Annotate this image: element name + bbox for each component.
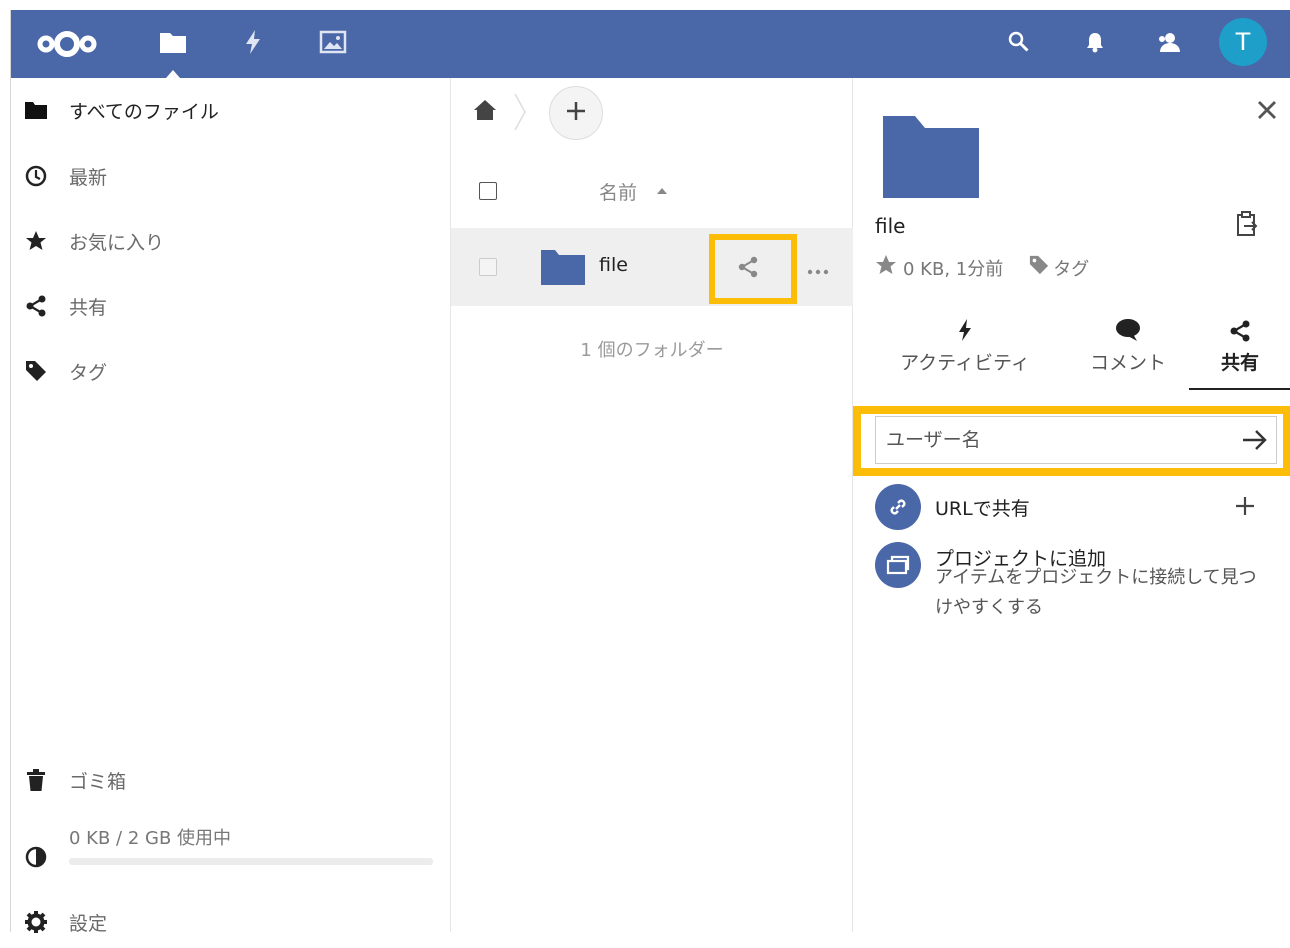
nav-item-recent[interactable]: 最新	[11, 150, 451, 202]
nav-label: ゴミ箱	[69, 770, 127, 793]
image-icon	[319, 30, 347, 58]
notifications-button[interactable]	[1075, 24, 1115, 64]
file-list-summary: 1 個のフォルダー	[580, 340, 724, 361]
sidebar-title: file	[875, 214, 906, 238]
star-icon	[25, 230, 47, 252]
lightning-icon	[243, 29, 263, 59]
project-description-line1: アイテムをプロジェクトに接続して見つ	[935, 567, 1257, 588]
sidebar-meta: 0 KB, 1分前 タグ	[875, 254, 1089, 281]
quota-text: 0 KB / 2 GB 使用中	[69, 828, 232, 849]
app-navigation: すべてのファイル 最新 お気に入り 共有 タグ ゴミ箱 0 KB / 2 GB …	[11, 78, 451, 935]
user-avatar[interactable]: T	[1219, 18, 1267, 66]
nav-label: すべてのファイル	[69, 100, 219, 123]
clock-icon	[25, 165, 47, 187]
tag-icon[interactable]	[1029, 255, 1049, 280]
app-window: T すべてのファイル 最新 お気に入り 共有 タグ ゴミ箱 0 KB / 2 G…	[10, 10, 1290, 935]
comment-icon	[1115, 318, 1141, 346]
nav-label: 設定	[69, 912, 108, 935]
nav-item-trash[interactable]: ゴミ箱	[11, 754, 451, 806]
tab-label: コメント	[1089, 352, 1166, 374]
close-sidebar-button[interactable]	[1253, 98, 1281, 126]
sort-ascending-icon	[657, 188, 667, 194]
breadcrumb-separator	[513, 92, 527, 132]
add-link-share-button[interactable]	[1231, 494, 1259, 522]
favorite-star-icon[interactable]	[875, 254, 897, 281]
contacts-icon	[1156, 30, 1182, 58]
sidebar-tabs: アクティビティ コメント 共有	[853, 318, 1290, 392]
copy-link-button[interactable]	[1233, 211, 1261, 241]
project-icon[interactable]	[875, 542, 921, 588]
trash-icon	[25, 769, 47, 791]
nav-label: 最新	[69, 166, 108, 189]
app-activity[interactable]	[233, 24, 273, 64]
new-file-button[interactable]	[549, 86, 603, 140]
column-name-header[interactable]: 名前	[599, 178, 637, 205]
nav-item-favorites[interactable]: お気に入り	[11, 215, 451, 267]
file-list-panel: 名前 file 1 個のフォルダー	[451, 78, 853, 932]
tab-sharing[interactable]: 共有	[1189, 318, 1290, 390]
folder-icon	[159, 30, 187, 58]
folder-icon	[541, 246, 585, 290]
more-icon	[807, 260, 829, 279]
plus-icon	[1235, 496, 1255, 520]
details-sidebar: file 0 KB, 1分前 タグ アクティビティ コメント 共有 ユーザー名 …	[853, 78, 1290, 932]
tab-label: アクティビティ	[900, 352, 1030, 374]
share-with-input[interactable]	[875, 416, 1277, 464]
clipboard-icon	[1236, 211, 1258, 241]
bell-icon	[1085, 31, 1105, 57]
share-icon	[25, 295, 47, 317]
folder-icon	[881, 114, 981, 204]
file-name[interactable]: file	[599, 254, 628, 276]
nav-label: お気に入り	[69, 231, 165, 254]
link-icon	[875, 484, 921, 530]
plus-icon	[565, 100, 587, 126]
tab-label: 共有	[1220, 352, 1259, 374]
top-bar: T	[11, 10, 1290, 78]
share-icon	[737, 256, 759, 282]
search-button[interactable]	[999, 24, 1039, 64]
nav-item-tags[interactable]: タグ	[11, 345, 451, 397]
search-icon	[1007, 30, 1031, 58]
gear-icon	[25, 911, 47, 933]
close-icon	[1257, 100, 1277, 124]
project-description-line2: けやすくする	[935, 597, 1043, 618]
app-gallery[interactable]	[313, 24, 353, 64]
nav-label: タグ	[69, 361, 108, 384]
arrow-right-icon	[1242, 429, 1268, 455]
quota-pie-icon	[25, 846, 47, 872]
app-files[interactable]	[153, 24, 193, 78]
nav-item-shares[interactable]: 共有	[11, 280, 451, 332]
lightning-icon	[957, 318, 973, 346]
folder-icon	[25, 99, 47, 121]
file-row[interactable]: file	[451, 228, 853, 306]
quota-bar	[69, 858, 433, 865]
sidebar-tags-link[interactable]: タグ	[1053, 255, 1089, 281]
sidebar-size-time: 0 KB, 1分前	[903, 258, 1004, 280]
select-all-checkbox[interactable]	[479, 182, 497, 200]
home-icon	[473, 100, 497, 126]
tab-activity[interactable]: アクティビティ	[897, 318, 1033, 390]
nav-item-settings[interactable]: 設定	[11, 896, 451, 948]
file-share-button[interactable]	[733, 254, 763, 284]
tab-comments[interactable]: コメント	[1083, 318, 1173, 390]
tag-icon	[25, 360, 47, 382]
nav-label: 共有	[69, 296, 108, 319]
contacts-button[interactable]	[1149, 24, 1189, 64]
file-list-header: 名前	[451, 160, 853, 216]
file-actions-menu-button[interactable]	[803, 254, 833, 284]
url-share-label: URLで共有	[935, 498, 1030, 520]
breadcrumb-home[interactable]	[473, 98, 497, 122]
share-icon	[1229, 320, 1251, 346]
nextcloud-logo[interactable]	[33, 22, 101, 66]
file-row-checkbox[interactable]	[479, 258, 497, 276]
nav-item-all-files[interactable]: すべてのファイル	[11, 84, 451, 136]
share-submit-button[interactable]	[1241, 428, 1269, 456]
